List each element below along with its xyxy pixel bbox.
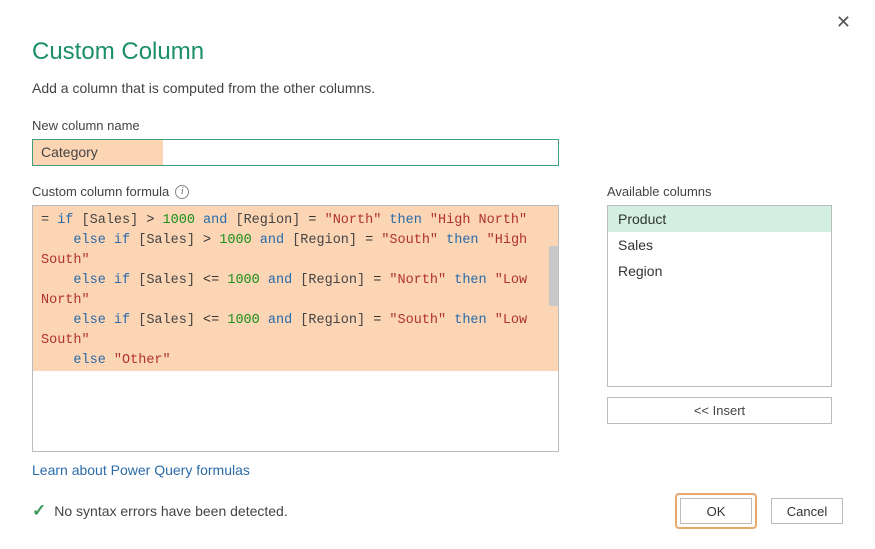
learn-link[interactable]: Learn about Power Query formulas: [32, 462, 559, 478]
available-column-item[interactable]: Product: [608, 206, 831, 232]
available-label: Available columns: [607, 184, 832, 199]
formula-input[interactable]: = if [Sales] > 1000 and [Region] = "Nort…: [32, 205, 559, 452]
available-column-item[interactable]: Region: [608, 258, 831, 284]
ok-highlight: OK: [675, 493, 757, 529]
cancel-button[interactable]: Cancel: [771, 498, 843, 524]
column-name-value: Category: [33, 140, 558, 164]
available-columns-list[interactable]: Product Sales Region: [607, 205, 832, 387]
status-text: No syntax errors have been detected.: [54, 503, 287, 519]
ok-button[interactable]: OK: [680, 498, 752, 524]
info-icon[interactable]: i: [175, 185, 189, 199]
formula-label: Custom column formula: [32, 184, 169, 199]
column-name-input[interactable]: Category: [32, 139, 559, 166]
dialog-title: Custom Column: [32, 38, 843, 66]
dialog-subtitle: Add a column that is computed from the o…: [32, 80, 843, 96]
check-icon: ✓: [32, 501, 46, 521]
available-column-item[interactable]: Sales: [608, 232, 831, 258]
formula-content: = if [Sales] > 1000 and [Region] = "Nort…: [33, 206, 558, 376]
close-icon[interactable]: ✕: [836, 12, 851, 33]
name-label: New column name: [32, 118, 843, 133]
insert-button[interactable]: << Insert: [607, 397, 832, 424]
status-bar: ✓ No syntax errors have been detected.: [32, 501, 288, 521]
